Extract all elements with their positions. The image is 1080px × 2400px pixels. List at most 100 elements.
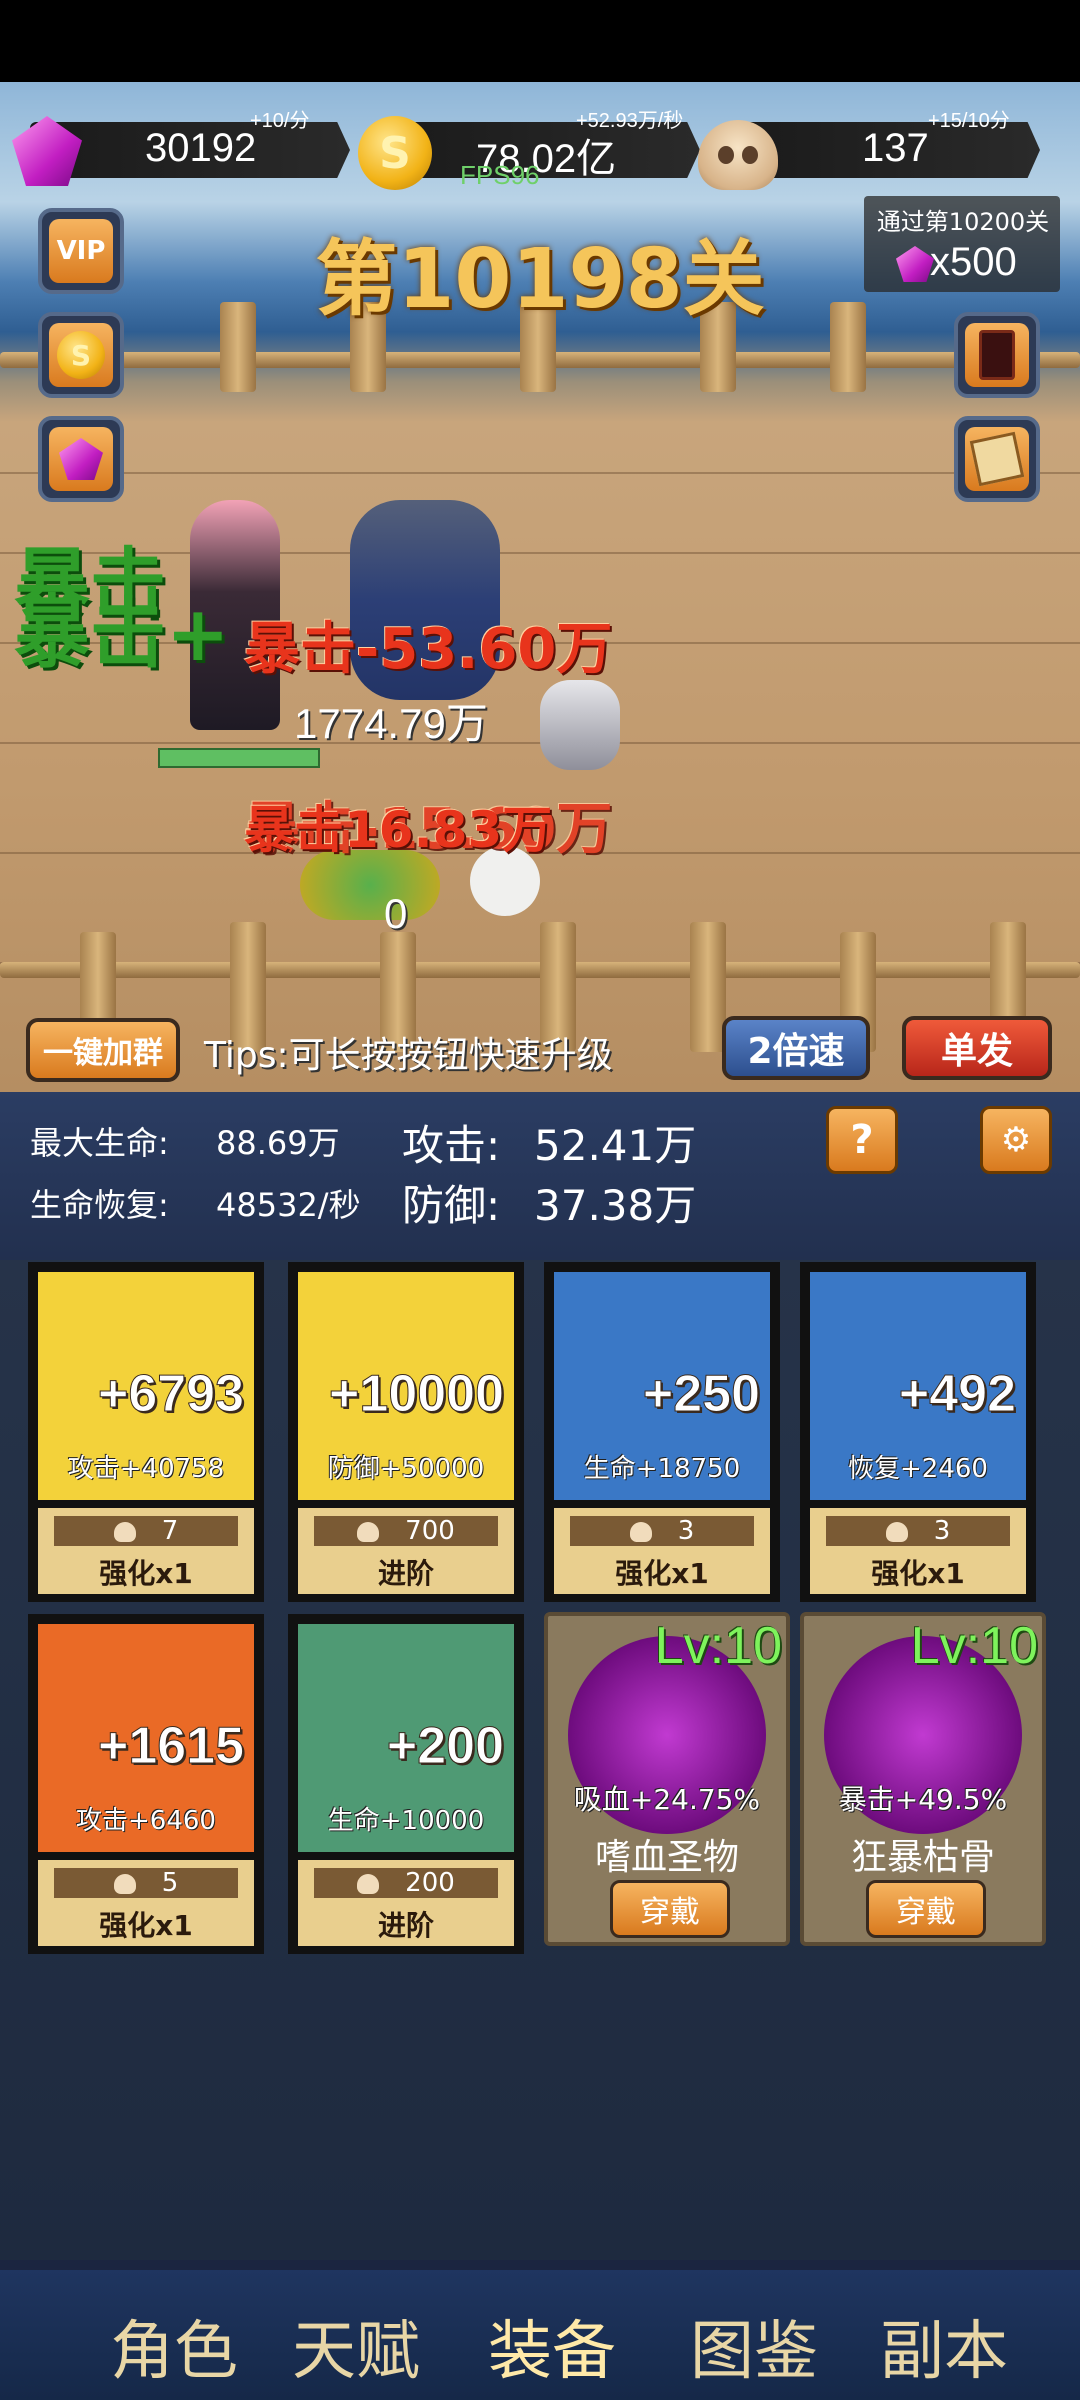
amulet-art: +250 生命+18750 xyxy=(554,1272,770,1500)
gold-rate: +52.93万/秒 xyxy=(576,110,684,132)
equipment-card-ring[interactable]: +200 生命+10000 200 进阶 xyxy=(288,1614,524,1954)
attack-label: 攻击: xyxy=(402,1121,501,1170)
equipment-bonus: +1615 xyxy=(97,1717,244,1776)
upgrade-cost: 7 xyxy=(54,1516,238,1546)
nav-equipment[interactable]: 装备 xyxy=(488,2300,616,2392)
regen-value: 48532/秒 xyxy=(216,1186,361,1224)
join-group-button[interactable]: 一键加群 xyxy=(26,1018,180,1082)
skull-icon xyxy=(113,1521,136,1542)
skull-icon xyxy=(113,1873,136,1894)
fire-mode-button[interactable]: 单发 xyxy=(902,1016,1052,1080)
regen-label: 生命恢复: xyxy=(30,1186,169,1224)
upgrade-action[interactable]: 强化x1 xyxy=(810,1552,1026,1592)
cost-value: 200 xyxy=(405,1868,455,1898)
crit-text: 暴击+ xyxy=(14,589,230,678)
skull-icon xyxy=(357,1521,380,1542)
level-title: 第10198关 xyxy=(315,232,765,327)
cost-value: 5 xyxy=(161,1868,179,1898)
skull-icon xyxy=(698,120,778,190)
equipment-bonus: +250 xyxy=(642,1365,760,1424)
cost-value: 700 xyxy=(405,1516,455,1546)
damage-number: 暴击16.83万 xyxy=(244,801,553,859)
fps-counter: FPS96 xyxy=(460,160,540,190)
nav-talent[interactable]: 天赋 xyxy=(292,2300,420,2392)
upgrade-cost: 5 xyxy=(54,1868,238,1898)
equipment-bonus: +200 xyxy=(386,1717,504,1776)
equipment-card-boots[interactable]: +492 恢复+2460 3 强化x1 xyxy=(800,1262,1036,1602)
help-button[interactable]: ? xyxy=(826,1106,898,1174)
defense-label: 防御: xyxy=(402,1181,501,1230)
gem-shop-button[interactable] xyxy=(38,416,124,502)
upgrade-action[interactable]: 进阶 xyxy=(298,1904,514,1944)
attack-value: 52.41万 xyxy=(534,1121,697,1170)
card-button[interactable] xyxy=(954,312,1040,398)
equip-button[interactable]: 穿戴 xyxy=(610,1880,730,1938)
damage-number: 暴击-53.60万 xyxy=(244,617,613,682)
relic-effect: 吸血+24.75% xyxy=(573,1783,761,1816)
vip-button[interactable]: VIP xyxy=(38,208,124,294)
defense-value: 37.38万 xyxy=(534,1181,697,1230)
upgrade-action[interactable]: 强化x1 xyxy=(38,1552,254,1592)
relic-level: Lv:10 xyxy=(910,1617,1038,1675)
equipment-stat: 攻击+40758 xyxy=(67,1454,225,1484)
boots-art: +492 恢复+2460 xyxy=(810,1272,1026,1500)
cards-icon xyxy=(969,431,1025,487)
cost-value: 7 xyxy=(161,1516,179,1546)
status-bar xyxy=(0,0,1080,82)
relic-effect: 暴击+49.5% xyxy=(838,1783,1008,1816)
equip-button[interactable]: 穿戴 xyxy=(866,1880,986,1938)
equipment-card-amulet[interactable]: +250 生命+18750 3 强化x1 xyxy=(544,1262,780,1602)
speed-button[interactable]: 2倍速 xyxy=(722,1016,870,1080)
equipment-bonus: +492 xyxy=(898,1365,1016,1424)
gem-value: 30192 xyxy=(145,126,257,170)
relic-name: 狂暴枯骨 xyxy=(850,1837,995,1878)
armor-art: +10000 防御+50000 xyxy=(298,1272,514,1500)
gold-shop-button[interactable]: S xyxy=(38,312,124,398)
pass-reward-label: 通过第10200关 xyxy=(876,208,1050,236)
upgrade-cost: 3 xyxy=(826,1516,1010,1546)
equipment-card-sword[interactable]: +6793 攻击+40758 7 强化x1 xyxy=(28,1262,264,1602)
cost-value: 3 xyxy=(933,1516,951,1546)
upgrade-action[interactable]: 强化x1 xyxy=(554,1552,770,1592)
relic-card-berserk[interactable]: Lv:10 暴击+49.5% 狂暴枯骨 穿戴 xyxy=(800,1612,1046,1946)
max-hp-value: 88.69万 xyxy=(216,1124,340,1162)
relic-card-bloodthirst[interactable]: Lv:10 吸血+24.75% 嗜血圣物 穿戴 xyxy=(544,1612,790,1946)
skull-icon xyxy=(885,1521,908,1542)
equipment-stat: 生命+18750 xyxy=(583,1454,741,1484)
gem-icon xyxy=(59,438,103,480)
gear-icon: ⚙ xyxy=(1000,1120,1032,1160)
nav-codex[interactable]: 图鉴 xyxy=(690,2300,818,2392)
equipment-bonus: +6793 xyxy=(97,1365,244,1424)
relic-name: 嗜血圣物 xyxy=(594,1837,739,1878)
skull-value: 137 xyxy=(862,126,929,170)
vip-label: VIP xyxy=(49,219,113,283)
pass-reward-amount: x500 xyxy=(930,240,1017,284)
equipment-stat: 恢复+2460 xyxy=(848,1454,988,1484)
equipment-stat: 生命+10000 xyxy=(327,1806,485,1836)
upgrade-cost: 3 xyxy=(570,1516,754,1546)
skull-icon xyxy=(629,1521,652,1542)
skull-icon xyxy=(357,1873,380,1894)
equipment-card-armor[interactable]: +10000 防御+50000 700 进阶 xyxy=(288,1262,524,1602)
cost-value: 3 xyxy=(677,1516,695,1546)
nav-dungeon[interactable]: 副本 xyxy=(880,2300,1008,2392)
gem-rate: +10/分 xyxy=(250,110,310,132)
collection-button[interactable] xyxy=(954,416,1040,502)
relic-level: Lv:10 xyxy=(654,1617,782,1675)
coin-icon: S xyxy=(358,116,432,190)
equipment-bonus: +10000 xyxy=(329,1365,505,1424)
upgrade-action[interactable]: 强化x1 xyxy=(38,1904,254,1944)
upgrade-cost: 200 xyxy=(314,1868,498,1898)
skull-rate: +15/10分 xyxy=(928,110,1010,132)
card-icon xyxy=(979,330,1015,380)
settings-button[interactable]: ⚙ xyxy=(980,1106,1052,1174)
nav-character[interactable]: 角色 xyxy=(110,2300,238,2392)
upgrade-action[interactable]: 进阶 xyxy=(298,1552,514,1592)
upgrade-cost: 700 xyxy=(314,1516,498,1546)
ring-art: +200 生命+10000 xyxy=(298,1624,514,1852)
damage-number: 0 xyxy=(384,890,408,937)
max-hp-label: 最大生命: xyxy=(30,1124,169,1162)
equipment-card-gloves[interactable]: +1615 攻击+6460 5 强化x1 xyxy=(28,1614,264,1954)
helmet-enemy xyxy=(540,680,620,770)
sword-art: +6793 攻击+40758 xyxy=(38,1272,254,1500)
